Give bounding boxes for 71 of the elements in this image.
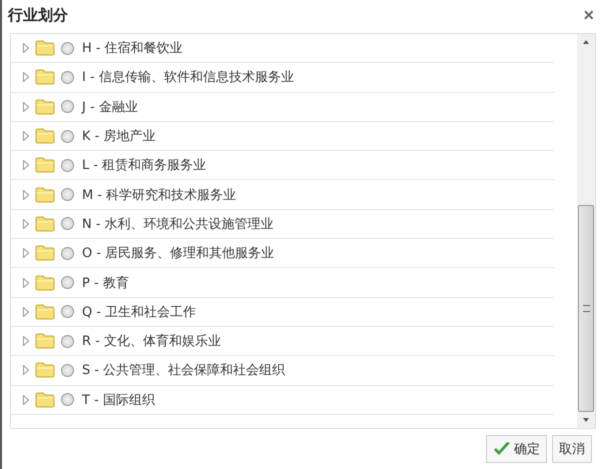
expand-arrow-icon[interactable]	[23, 72, 29, 82]
item-label: R - 文化、体育和娱乐业	[82, 332, 221, 350]
tree-item[interactable]: P - 教育	[11, 268, 555, 298]
item-label: T - 国际组织	[82, 392, 155, 409]
folder-icon	[35, 304, 55, 320]
folder-icon	[35, 186, 55, 203]
folder-icon	[35, 245, 55, 262]
item-label: I - 信息传输、软件和信息技术服务业	[82, 69, 294, 86]
radio-button[interactable]	[61, 246, 74, 260]
item-label: N - 水利、环境和公共设施管理业	[82, 216, 274, 233]
radio-button[interactable]	[61, 305, 74, 318]
folder-icon	[35, 40, 55, 56]
tree-item[interactable]: I - 信息传输、软件和信息技术服务业	[11, 63, 555, 93]
folder-icon	[35, 362, 55, 378]
radio-button[interactable]	[61, 70, 74, 84]
expand-arrow-icon[interactable]	[23, 160, 29, 170]
check-icon	[493, 441, 511, 457]
expand-arrow-icon[interactable]	[23, 102, 29, 112]
tree-item[interactable]: M - 科学研究和技术服务业	[11, 180, 555, 210]
folder-icon	[35, 392, 55, 408]
scrollbar[interactable]	[577, 34, 595, 428]
expand-arrow-icon[interactable]	[23, 278, 29, 288]
item-label: K - 房地产业	[82, 128, 156, 146]
tree-item[interactable]: R - 文化、体育和娱乐业	[11, 326, 555, 356]
folder-icon	[35, 157, 55, 174]
tree-item[interactable]: K - 房地产业	[11, 122, 555, 152]
item-label: M - 科学研究和技术服务业	[82, 186, 236, 204]
item-label: L - 租赁和商务服务业	[82, 157, 206, 174]
expand-arrow-icon[interactable]	[23, 248, 29, 258]
item-label: O - 居民服务、修理和其他服务业	[82, 245, 274, 262]
item-label: S - 公共管理、社会保障和社会组织	[82, 362, 286, 380]
expand-arrow-icon[interactable]	[23, 43, 29, 54]
radio-button[interactable]	[61, 158, 74, 172]
radio-button[interactable]	[61, 42, 74, 55]
tree-item[interactable]: J - 金融业	[11, 92, 555, 122]
tree-item[interactable]: O - 居民服务、修理和其他服务业	[11, 239, 555, 268]
tree-item[interactable]: Q - 卫生和社会工作	[11, 298, 555, 327]
radio-button[interactable]	[61, 276, 74, 290]
item-label: H - 住宿和餐饮业	[82, 40, 183, 58]
folder-icon	[35, 98, 55, 115]
expand-arrow-icon[interactable]	[23, 336, 29, 346]
tree-item[interactable]: T - 国际组织	[11, 386, 555, 415]
folder-icon	[35, 69, 55, 86]
expand-arrow-icon[interactable]	[23, 218, 29, 229]
expand-arrow-icon[interactable]	[23, 306, 29, 317]
expand-arrow-icon[interactable]	[23, 190, 29, 200]
tree-item[interactable]: H - 住宿和餐饮业	[11, 34, 555, 64]
tree-item[interactable]: S - 公共管理、社会保障和社会组织	[11, 356, 555, 386]
folder-icon	[35, 216, 55, 232]
folder-icon	[35, 128, 55, 144]
tree-item[interactable]: L - 租赁和商务服务业	[11, 151, 555, 180]
radio-button[interactable]	[61, 334, 74, 348]
expand-arrow-icon[interactable]	[23, 365, 29, 376]
tree-item[interactable]: N - 水利、环境和公共设施管理业	[11, 210, 555, 240]
radio-button[interactable]	[61, 217, 74, 230]
confirm-button[interactable]: 确定	[486, 435, 547, 463]
window-title: 行业划分	[8, 6, 68, 24]
radio-button[interactable]	[61, 100, 74, 114]
item-label: P - 教育	[82, 274, 129, 292]
item-label: Q - 卫生和社会工作	[82, 304, 196, 321]
radio-button[interactable]	[61, 188, 74, 202]
item-label: J - 金融业	[82, 98, 138, 116]
expand-arrow-icon[interactable]	[23, 131, 29, 142]
radio-button[interactable]	[61, 393, 74, 406]
radio-button[interactable]	[61, 364, 74, 377]
close-button[interactable]: ×	[583, 4, 594, 26]
cancel-button[interactable]: 取消	[552, 435, 592, 463]
expand-arrow-icon[interactable]	[23, 394, 29, 405]
folder-icon	[35, 333, 55, 350]
radio-button[interactable]	[61, 130, 74, 143]
folder-icon	[35, 274, 55, 291]
